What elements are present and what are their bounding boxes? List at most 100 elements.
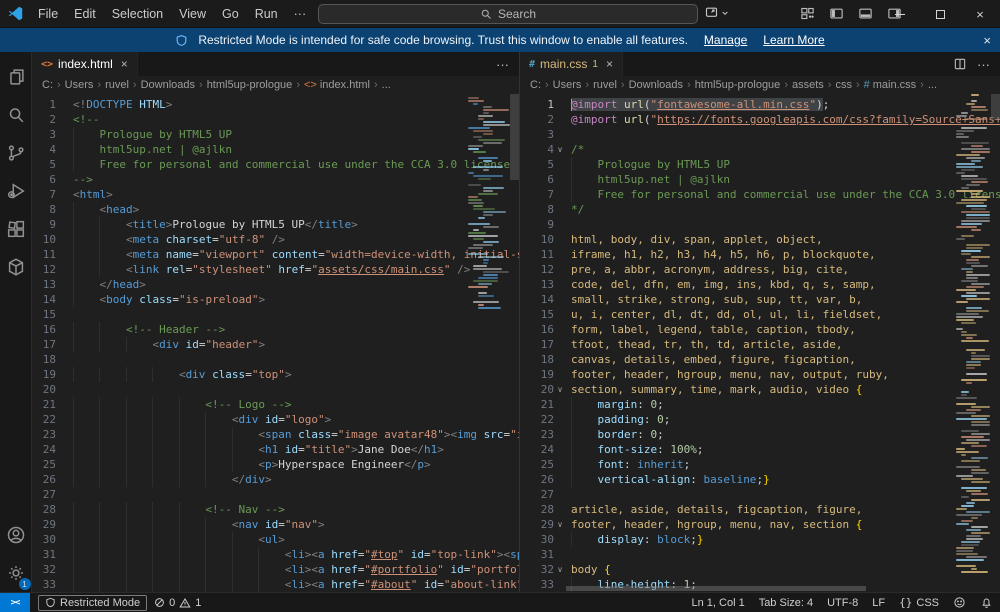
editor-group-right: # main.css 1 × ··· C: › Users › ruvel › Downlo… [520,52,1000,592]
vscode-logo [0,5,30,22]
code-line: 27 [32,487,519,502]
menu-selection[interactable]: Selection [104,4,171,24]
editor-actions-more-icon[interactable]: ··· [496,57,509,72]
banner-manage-link[interactable]: Manage [704,33,747,47]
status-encoding[interactable]: UTF-8 [820,593,865,612]
breadcrumb-item[interactable]: ruvel [593,79,617,91]
minimap[interactable] [466,94,510,312]
feedback-icon[interactable] [946,593,973,612]
status-eol[interactable]: LF [865,593,892,612]
status-restricted-mode[interactable]: Restricted Mode [38,595,147,611]
minimap[interactable] [954,94,990,579]
customize-layout-icon[interactable] [800,6,815,21]
menu-go[interactable]: Go [214,4,247,24]
status-language[interactable]: {}CSS [892,593,946,612]
fold-icon[interactable]: ∨ [554,382,566,397]
breadcrumb-item[interactable]: Users [65,79,94,91]
fold-icon[interactable]: ∨ [554,517,566,532]
activity-run-debug-icon[interactable] [0,172,32,210]
tab-close-icon[interactable]: × [121,57,128,71]
breadcrumb-item[interactable]: C: [42,79,53,91]
code-line: 4∨/* [520,142,1000,157]
chevron-right-icon: › [784,79,788,91]
toggle-sidebar-icon[interactable] [829,6,844,21]
fold-icon[interactable]: ∨ [554,562,566,577]
code-editor-index-html[interactable]: 1<!DOCTYPE HTML>2<!--3Prologue by HTML5 … [32,94,519,592]
toggle-panel-icon[interactable] [858,6,873,21]
code-line: 19<div class="top"> [32,367,519,382]
code-editor-main-css[interactable]: 1@import url("fontawesome-all.min.css");… [520,94,1000,592]
fold-icon[interactable]: ∨ [554,142,566,157]
warning-icon [179,597,191,609]
activity-extensions-icon[interactable] [0,210,32,248]
tab-main-css[interactable]: # main.css 1 × [520,52,623,76]
editor-actions-more-icon[interactable]: ··· [977,57,990,72]
remote-indicator[interactable]: >< [0,593,30,612]
code-line: 13</head> [32,277,519,292]
breadcrumb-item[interactable]: Downloads [629,79,683,91]
window-close-button[interactable]: × [960,0,1000,28]
breadcrumb-item[interactable]: css [835,79,852,91]
scrollbar[interactable] [510,94,519,180]
code-line: 5Prologue by HTML5 UP [520,157,1000,172]
search-input[interactable]: Search [318,4,698,24]
activity-source-control-icon[interactable] [0,134,32,172]
code-line: 3Prologue by HTML5 UP [32,127,519,142]
chevron-right-icon: › [97,79,101,91]
activity-bar: 1 [0,52,32,592]
activity-accounts-icon[interactable] [0,516,32,554]
status-bar: >< Restricted Mode 0 1 Ln 1, Col 1 Tab S… [0,592,1000,612]
breadcrumb-item[interactable]: #main.css [864,79,917,91]
breadcrumb-item[interactable]: Downloads [141,79,195,91]
tab-index-html[interactable]: <> index.html × [32,52,138,76]
breadcrumb-item[interactable]: html5up-prologue [695,79,781,91]
search-icon [480,8,492,20]
code-line: 16form, label, legend, table, caption, t… [520,322,1000,337]
code-line: 17<div id="header"> [32,337,519,352]
bell-icon[interactable] [973,593,1000,612]
code-line: 27 [520,487,1000,502]
code-line: 12<link rel="stylesheet" href="assets/cs… [32,262,519,277]
breadcrumb-item[interactable]: assets [792,79,824,91]
activity-explorer-icon[interactable] [0,58,32,96]
breadcrumb-item[interactable]: C: [530,79,541,91]
breadcrumb-item[interactable]: ... [382,79,391,91]
window-maximize-button[interactable] [920,0,960,28]
activity-remote-explorer-icon[interactable] [0,248,32,286]
breadcrumb-item[interactable]: ... [928,79,937,91]
code-line: 25font: inherit; [520,457,1000,472]
menu-[interactable]: ··· [286,4,315,24]
menu-edit[interactable]: Edit [66,4,104,24]
copilot-icon[interactable] [704,5,729,20]
code-line: 3 [520,127,1000,142]
css-file-icon: # [864,79,870,91]
banner-close-icon[interactable]: × [983,33,991,48]
code-line: 16<!-- Header --> [32,322,519,337]
banner-learn-more-link[interactable]: Learn More [763,33,824,47]
status-tab-size[interactable]: Tab Size: 4 [752,593,820,612]
menu-run[interactable]: Run [247,4,286,24]
tab-close-icon[interactable]: × [606,57,613,71]
code-line: 9<title>Prologue by HTML5 UP</title> [32,217,519,232]
code-line: 7Free for personal and commercial use un… [520,187,1000,202]
horizontal-scrollbar[interactable] [566,586,866,591]
scrollbar[interactable] [991,94,1000,120]
code-line: 18 [32,352,519,367]
activity-search-icon[interactable] [0,96,32,134]
status-problems[interactable]: 0 1 [147,593,208,612]
split-editor-icon[interactable] [953,57,967,71]
window-minimize-button[interactable] [880,0,920,28]
breadcrumb-item[interactable]: html5up-prologue [207,79,293,91]
menu-file[interactable]: File [30,4,66,24]
css-file-icon: # [529,59,535,70]
tab-label: index.html [58,57,113,71]
code-line: 31<li><a href="#top" id="top-link"><span… [32,547,519,562]
status-cursor-position[interactable]: Ln 1, Col 1 [684,593,751,612]
activity-settings-icon[interactable]: 1 [0,554,32,592]
menu-view[interactable]: View [171,4,214,24]
breadcrumb-item[interactable]: Users [553,79,582,91]
chevron-right-icon: › [687,79,691,91]
chevron-right-icon: › [828,79,832,91]
breadcrumb-item[interactable]: ruvel [105,79,129,91]
breadcrumb-item[interactable]: <>index.html [304,79,370,91]
